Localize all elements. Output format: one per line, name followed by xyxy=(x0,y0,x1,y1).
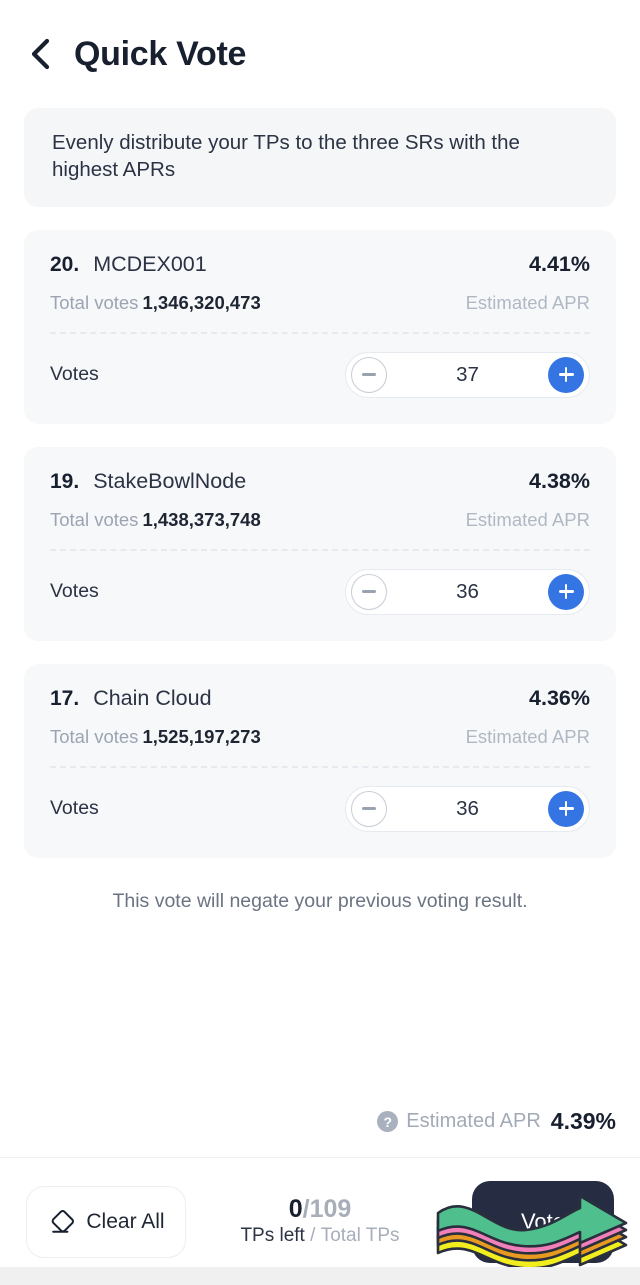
sr-rank: 17. xyxy=(50,686,80,710)
estimated-apr-caption: Estimated APR xyxy=(465,725,590,747)
total-votes-label: Total votes xyxy=(50,508,139,530)
page-title: Quick Vote xyxy=(74,35,247,73)
total-votes-value: 1,346,320,473 xyxy=(142,291,261,313)
card-divider xyxy=(50,548,590,551)
estimated-apr-summary: ? Estimated APR 4.39% xyxy=(0,1108,640,1135)
tps-total-value: 109 xyxy=(309,1194,352,1223)
total-votes-label: Total votes xyxy=(50,725,139,747)
info-banner: Evenly distribute your TPs to the three … xyxy=(24,108,616,207)
plus-icon xyxy=(558,801,574,816)
minus-icon xyxy=(362,807,376,810)
votes-label: Votes xyxy=(50,580,99,602)
chevron-left-icon xyxy=(31,38,50,70)
card-divider xyxy=(50,765,590,768)
sr-name: StakeBowlNode xyxy=(93,468,247,493)
quick-vote-screen: Quick Vote Evenly distribute your TPs to… xyxy=(0,0,640,1285)
sr-card[interactable]: 17. Chain Cloud 4.36% Total votes 1,525,1… xyxy=(24,663,616,858)
votes-stepper[interactable]: 36 xyxy=(345,785,590,832)
estimated-apr-caption: Estimated APR xyxy=(465,291,590,313)
sr-card[interactable]: 20. MCDEX001 4.41% Total votes 1,346,320,… xyxy=(24,229,616,424)
sr-identity: 19. StakeBowlNode xyxy=(50,469,246,494)
eraser-icon xyxy=(52,1209,75,1233)
sr-card-header: 19. StakeBowlNode 4.38% xyxy=(50,469,590,494)
card-divider xyxy=(50,331,590,334)
sr-rank: 19. xyxy=(50,469,80,493)
total-votes-value: 1,525,197,273 xyxy=(142,725,261,747)
minus-icon xyxy=(362,590,376,593)
minus-icon xyxy=(362,373,376,376)
tp-caption: TPs left / Total TPs xyxy=(186,1225,454,1248)
increment-button[interactable] xyxy=(548,573,584,610)
tp-caption-left: TPs left xyxy=(240,1225,305,1247)
votes-row: Votes 36 xyxy=(50,776,590,842)
question-mark-icon[interactable]: ? xyxy=(377,1111,399,1132)
sr-card-header: 17. Chain Cloud 4.36% xyxy=(50,686,590,711)
sr-identity: 20. MCDEX001 xyxy=(50,252,207,277)
sr-rank: 20. xyxy=(50,252,80,276)
total-votes-value: 1,438,373,748 xyxy=(142,508,261,530)
tps-left-value: 0 xyxy=(288,1194,303,1223)
total-votes: Total votes 1,346,320,473 xyxy=(50,292,261,314)
sr-apr-value: 4.41% xyxy=(529,251,590,276)
sr-name: Chain Cloud xyxy=(93,685,212,710)
votes-label: Votes xyxy=(50,797,99,819)
sr-card-subrow: Total votes 1,438,373,748 Estimated APR xyxy=(50,509,590,531)
vote-notice: This vote will negate your previous voti… xyxy=(112,889,528,912)
vote-button[interactable]: Vote xyxy=(472,1180,614,1263)
votes-stepper[interactable]: 37 xyxy=(345,351,590,398)
total-votes: Total votes 1,438,373,748 xyxy=(50,509,261,531)
decrement-button[interactable] xyxy=(351,790,387,827)
tp-counter: 0/109 TPs left / Total TPs xyxy=(186,1195,472,1249)
summary-value: 4.39% xyxy=(550,1108,616,1134)
tps-separator: / xyxy=(302,1194,310,1223)
votes-row: Votes 36 xyxy=(50,559,590,625)
increment-button[interactable] xyxy=(548,790,584,827)
sr-card-subrow: Total votes 1,346,320,473 Estimated APR xyxy=(50,292,590,314)
estimated-apr-caption: Estimated APR xyxy=(465,508,590,530)
votes-stepper[interactable]: 36 xyxy=(345,568,590,615)
votes-row: Votes 37 xyxy=(50,342,590,408)
bottom-strip xyxy=(0,1267,640,1285)
tp-caption-separator: / xyxy=(310,1225,316,1247)
main-content: Evenly distribute your TPs to the three … xyxy=(0,88,640,1108)
decrement-button[interactable] xyxy=(351,573,387,610)
action-bar: Clear All 0/109 TPs left / Total TPs Vot… xyxy=(0,1157,640,1285)
votes-value[interactable]: 36 xyxy=(387,797,548,821)
votes-value[interactable]: 37 xyxy=(387,363,548,387)
votes-label: Votes xyxy=(50,363,99,385)
sr-name: MCDEX001 xyxy=(93,251,207,276)
clear-all-label: Clear All xyxy=(86,1209,165,1233)
sr-apr-value: 4.36% xyxy=(529,685,590,710)
tp-caption-right: Total TPs xyxy=(320,1225,400,1247)
sr-identity: 17. Chain Cloud xyxy=(50,686,212,711)
sr-apr-value: 4.38% xyxy=(529,468,590,493)
total-votes-label: Total votes xyxy=(50,291,139,313)
summary-label: Estimated APR xyxy=(406,1110,541,1132)
app-header: Quick Vote xyxy=(0,0,640,88)
plus-icon xyxy=(558,584,574,599)
sr-card-subrow: Total votes 1,525,197,273 Estimated APR xyxy=(50,726,590,748)
tp-counts: 0/109 xyxy=(186,1195,454,1224)
total-votes: Total votes 1,525,197,273 xyxy=(50,726,261,748)
vote-button-label: Vote xyxy=(520,1208,566,1234)
decrement-button[interactable] xyxy=(351,356,387,393)
votes-value[interactable]: 36 xyxy=(387,580,548,604)
back-button[interactable] xyxy=(18,32,62,76)
increment-button[interactable] xyxy=(548,356,584,393)
clear-all-button[interactable]: Clear All xyxy=(26,1185,186,1258)
plus-icon xyxy=(558,367,574,382)
sr-card-header: 20. MCDEX001 4.41% xyxy=(50,252,590,277)
sr-card[interactable]: 19. StakeBowlNode 4.38% Total votes 1,438… xyxy=(24,446,616,641)
